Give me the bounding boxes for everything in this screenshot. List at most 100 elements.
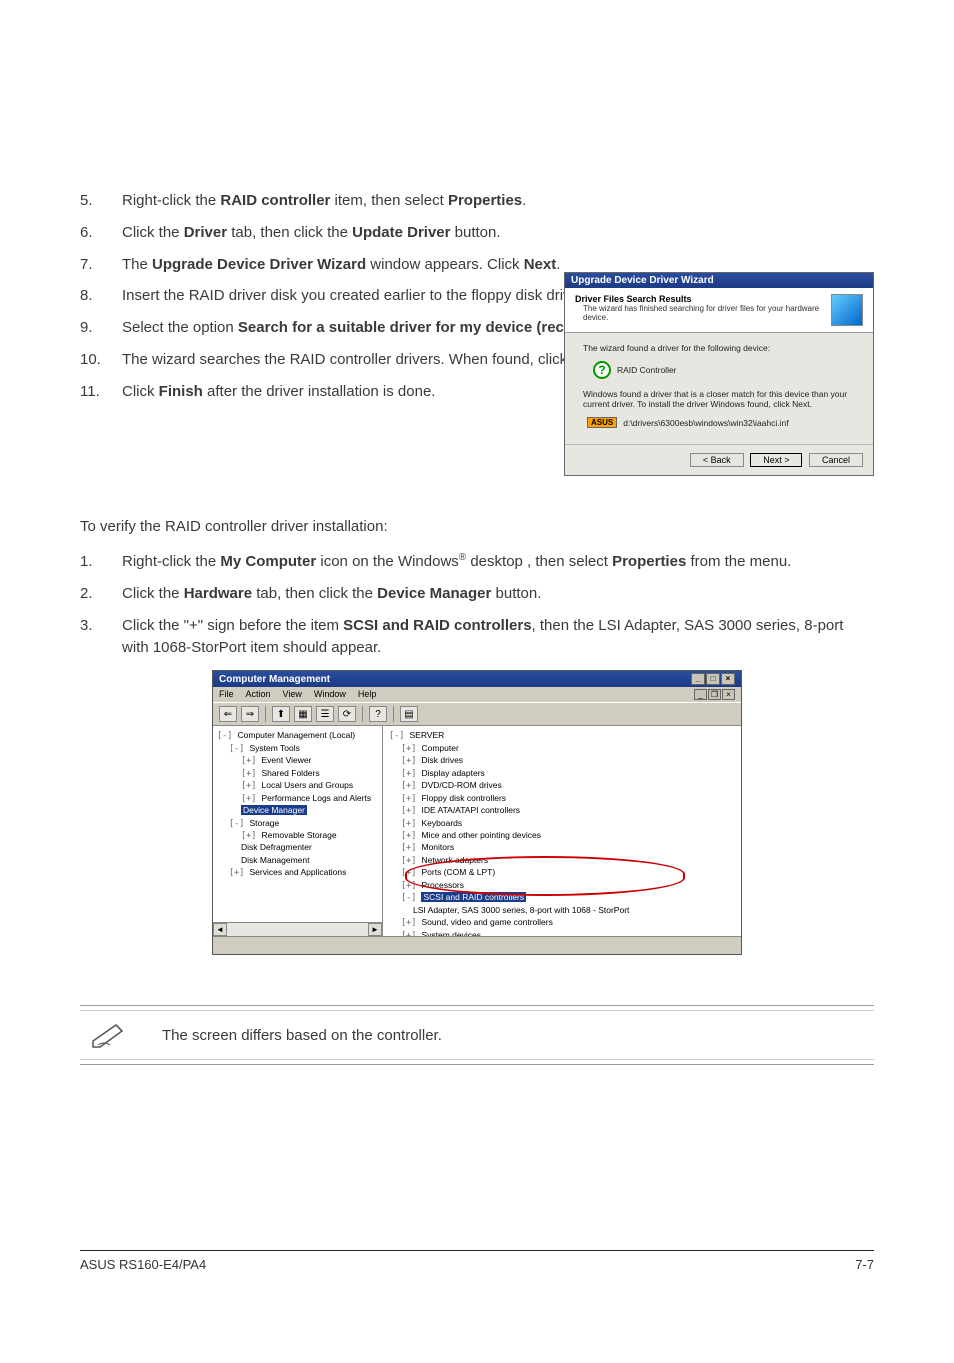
step-text: Click the Hardware tab, then click the D… <box>122 583 874 605</box>
tree-item[interactable]: [+] Event Viewer <box>217 755 378 767</box>
mdi-minimize-icon[interactable]: _ <box>694 689 707 700</box>
cm-mdi-buttons: _❐× <box>693 689 735 700</box>
view-icon[interactable]: ▤ <box>400 706 418 722</box>
computer-management-window: Computer Management _□× FileActionViewWi… <box>212 670 742 955</box>
tree-item[interactable]: [-] Storage <box>217 818 378 830</box>
tree-item[interactable]: [+] Mice and other pointing devices <box>389 830 735 842</box>
tree-item[interactable]: Device Manager <box>217 805 378 817</box>
wizard-path-tag: ASUS <box>587 417 617 428</box>
nav-fwd-icon[interactable]: ⇒ <box>241 706 259 722</box>
step-number: 6. <box>80 222 122 244</box>
wizard-path-value: d:\drivers\6300esb\windows\win32\iaahci.… <box>623 418 788 428</box>
folder-icon[interactable]: ▦ <box>294 706 312 722</box>
step-text: Right-click the RAID controller item, th… <box>122 190 874 212</box>
menu-item-action[interactable]: Action <box>246 689 271 699</box>
tree-item[interactable]: [+] Display adapters <box>389 768 735 780</box>
step-item: 5.Right-click the RAID controller item, … <box>80 190 874 212</box>
back-button[interactable]: < Back <box>690 453 744 467</box>
scroll-left-icon[interactable]: ◄ <box>213 923 227 936</box>
note-text: The screen differs based on the controll… <box>162 1027 442 1044</box>
cm-left-pane[interactable]: [-] Computer Management (Local)[-] Syste… <box>213 726 383 936</box>
upgrade-wizard-dialog: Upgrade Device Driver Wizard Driver File… <box>564 272 874 476</box>
mdi-restore-icon[interactable]: ❐ <box>708 689 721 700</box>
tree-item[interactable]: [+] Computer <box>389 743 735 755</box>
step-item: 6.Click the Driver tab, then click the U… <box>80 222 874 244</box>
cancel-button[interactable]: Cancel <box>809 453 863 467</box>
tree-item[interactable]: [+] System devices <box>389 930 735 937</box>
nav-back-icon[interactable]: ⇐ <box>219 706 237 722</box>
tree-item[interactable]: [+] IDE ATA/ATAPI controllers <box>389 805 735 817</box>
tree-item[interactable]: [-] SERVER <box>389 730 735 742</box>
tree-item[interactable]: [-] SCSI and RAID controllers <box>389 892 735 904</box>
wizard-found-line: The wizard found a driver for the follow… <box>583 343 855 353</box>
properties-icon[interactable]: ☰ <box>316 706 334 722</box>
tree-item[interactable]: [+] Sound, video and game controllers <box>389 917 735 929</box>
menu-item-view[interactable]: View <box>283 689 302 699</box>
tree-item[interactable]: [-] System Tools <box>217 743 378 755</box>
tree-item[interactable]: [+] Removable Storage <box>217 830 378 842</box>
wizard-device-name: RAID Controller <box>617 365 677 375</box>
help-icon[interactable]: ? <box>369 706 387 722</box>
tree-item[interactable]: [+] Monitors <box>389 842 735 854</box>
refresh-icon[interactable]: ⟳ <box>338 706 356 722</box>
menu-item-window[interactable]: Window <box>314 689 346 699</box>
next-button[interactable]: Next > <box>750 453 802 467</box>
tree-item[interactable]: [+] Services and Applications <box>217 867 378 879</box>
cm-right-pane[interactable]: [-] SERVER[+] Computer[+] Disk drives[+]… <box>383 726 741 936</box>
page-footer: ASUS RS160-E4/PA4 7-7 <box>80 1250 874 1272</box>
tree-item[interactable]: [+] Performance Logs and Alerts <box>217 793 378 805</box>
cm-menubar: File Action View Window Help _❐× <box>213 687 741 702</box>
note-pencil-icon <box>90 1021 132 1049</box>
tree-item[interactable]: LSI Adapter, SAS 3000 series, 8-port wit… <box>389 905 735 917</box>
note-block: The screen differs based on the controll… <box>80 1005 874 1065</box>
wizard-match-line: Windows found a driver that is a closer … <box>583 389 855 409</box>
tree-item[interactable]: [+] Network adapters <box>389 855 735 867</box>
tree-item[interactable]: [+] Disk drives <box>389 755 735 767</box>
tree-item[interactable]: [+] Ports (COM & LPT) <box>389 867 735 879</box>
step-number: 3. <box>80 615 122 659</box>
left-scrollbar[interactable]: ◄ ► <box>213 922 382 936</box>
tree-item[interactable]: [+] Keyboards <box>389 818 735 830</box>
step-number: 5. <box>80 190 122 212</box>
up-icon[interactable]: ⬆ <box>272 706 290 722</box>
cm-statusbar <box>213 936 741 954</box>
wizard-titlebar: Upgrade Device Driver Wizard <box>565 273 873 288</box>
step-text: Click the "+" sign before the item SCSI … <box>122 615 874 659</box>
menu-item-file[interactable]: File <box>219 689 234 699</box>
tree-item[interactable]: Disk Management <box>217 855 378 867</box>
wizard-buttons: < Back Next > Cancel <box>565 444 873 475</box>
step-item: 1.Right-click the My Computer icon on th… <box>80 551 874 573</box>
wizard-header-subtitle: The wizard has finished searching for dr… <box>575 304 831 322</box>
wizard-header: Driver Files Search Results The wizard h… <box>565 288 873 333</box>
tree-item[interactable]: [-] Computer Management (Local) <box>217 730 378 742</box>
tree-item[interactable]: [+] Shared Folders <box>217 768 378 780</box>
wizard-body: The wizard found a driver for the follow… <box>565 333 873 444</box>
menu-item-help[interactable]: Help <box>358 689 377 699</box>
wizard-icon <box>831 294 863 326</box>
wizard-header-title: Driver Files Search Results <box>575 294 831 304</box>
tree-item[interactable]: [+] Floppy disk controllers <box>389 793 735 805</box>
step-number: 1. <box>80 551 122 573</box>
step-text: Click the Driver tab, then click the Upd… <box>122 222 874 244</box>
tree-item[interactable]: Disk Defragmenter <box>217 842 378 854</box>
cm-title: Computer Management <box>219 674 330 685</box>
tree-item[interactable]: [+] DVD/CD-ROM drives <box>389 780 735 792</box>
step-item: 3.Click the "+" sign before the item SCS… <box>80 615 874 659</box>
step-text: Right-click the My Computer icon on the … <box>122 551 874 573</box>
cm-window-buttons: _□× <box>690 673 735 685</box>
step-item: 2.Click the Hardware tab, then click the… <box>80 583 874 605</box>
minimize-icon[interactable]: _ <box>691 673 705 685</box>
maximize-icon[interactable]: □ <box>706 673 720 685</box>
tree-item[interactable]: [+] Processors <box>389 880 735 892</box>
close-icon[interactable]: × <box>721 673 735 685</box>
mdi-close-icon[interactable]: × <box>722 689 735 700</box>
step-number: 2. <box>80 583 122 605</box>
question-icon: ? <box>593 361 611 379</box>
footer-left: ASUS RS160-E4/PA4 <box>80 1257 206 1272</box>
cm-titlebar: Computer Management _□× <box>213 671 741 687</box>
scroll-right-icon[interactable]: ► <box>368 923 382 936</box>
verify-intro: To verify the RAID controller driver ins… <box>80 516 874 537</box>
tree-item[interactable]: [+] Local Users and Groups <box>217 780 378 792</box>
steps-list-2: 1.Right-click the My Computer icon on th… <box>80 551 874 658</box>
cm-toolbar: ⇐ ⇒ ⬆ ▦ ☰ ⟳ ? ▤ <box>213 702 741 726</box>
